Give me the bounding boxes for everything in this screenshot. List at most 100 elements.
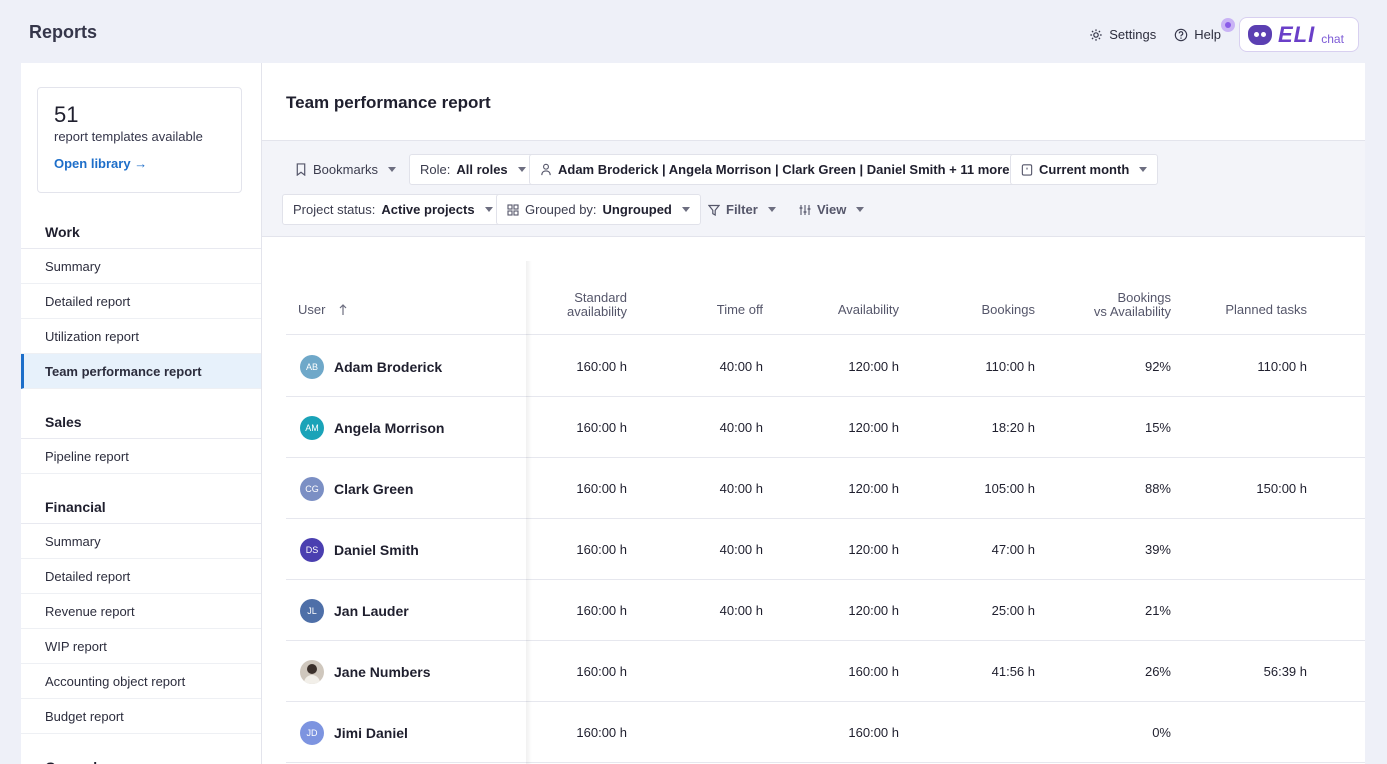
bookmarks-dropdown[interactable]: Bookmarks xyxy=(284,154,407,185)
help-label: Help xyxy=(1194,27,1221,42)
sidebar-item[interactable]: Budget report xyxy=(21,699,261,734)
filter-button[interactable]: Filter xyxy=(697,194,787,225)
cell-time-off: 40:00 h xyxy=(719,359,763,374)
column-header-user[interactable]: User xyxy=(298,303,347,317)
calendar-icon xyxy=(1021,164,1033,176)
sidebar-section-title: Financial xyxy=(21,490,261,524)
role-filter[interactable]: Role: All roles xyxy=(409,154,537,185)
sidebar-section-title: Sales xyxy=(21,405,261,439)
table-row[interactable]: JL Jan Lauder 160:00 h 40:00 h 120:00 h 25:00… xyxy=(286,580,1365,641)
cell-availability: 120:00 h xyxy=(848,359,899,374)
cell-availability: 120:00 h xyxy=(848,481,899,496)
user-name[interactable]: Jan Lauder xyxy=(334,603,409,619)
user-name[interactable]: Jimi Daniel xyxy=(334,725,408,741)
table-row[interactable]: CG Clark Green 160:00 h 40:00 h 120:00 h 105:… xyxy=(286,458,1365,519)
sidebar-item[interactable]: Pipeline report xyxy=(21,439,261,474)
templates-text: report templates available xyxy=(54,129,203,144)
table-row[interactable]: DS Daniel Smith 160:00 h 40:00 h 120:00 h 47:… xyxy=(286,519,1365,580)
status-filter-value: Active projects xyxy=(381,202,475,217)
view-button[interactable]: View xyxy=(788,194,875,225)
help-button[interactable]: Help xyxy=(1174,18,1235,42)
cell-standard-availability: 160:00 h xyxy=(576,542,627,557)
grouping-filter[interactable]: Grouped by: Ungrouped xyxy=(496,194,701,225)
report-table: User Standard availability Time off Avai… xyxy=(286,261,1365,764)
sidebar-item[interactable]: Utilization report xyxy=(21,319,261,354)
table-row[interactable]: JD Jimi Daniel 160:00 h 160:00 h 0% xyxy=(286,702,1365,763)
cell-planned-tasks: 56:39 h xyxy=(1263,664,1307,679)
standard-label-line-1: Standard xyxy=(574,290,627,305)
cell-bookings: 105:00 h xyxy=(984,481,1035,496)
column-header-bookings-vs-availability[interactable]: Bookings vs Availability xyxy=(1094,291,1171,319)
column-header-bookings[interactable]: Bookings xyxy=(982,303,1035,317)
table-row[interactable]: Jane Numbers 160:00 h 160:00 h 41:56 h 26% 56… xyxy=(286,641,1365,702)
user-name[interactable]: Jane Numbers xyxy=(334,664,430,680)
question-circle-icon xyxy=(1174,28,1188,41)
cell-planned-tasks: 110:00 h xyxy=(1257,359,1307,374)
cell-time-off: 40:00 h xyxy=(719,542,763,557)
sliders-icon xyxy=(799,204,811,215)
group-filter-label: Grouped by: xyxy=(525,202,597,217)
bva-label-line-1: Bookings xyxy=(1117,290,1171,305)
avatar: JL xyxy=(300,599,324,623)
chevron-down-icon xyxy=(856,207,865,212)
templates-count: 51 xyxy=(54,102,79,127)
app-title: Reports xyxy=(29,22,98,42)
column-header-time-off[interactable]: Time off xyxy=(717,303,763,317)
cell-standard-availability: 160:00 h xyxy=(576,664,627,679)
sidebar-item[interactable]: Team performance report xyxy=(21,354,261,389)
column-header-availability[interactable]: Availability xyxy=(838,303,899,317)
settings-label: Settings xyxy=(1109,27,1157,42)
column-header-standard-availability[interactable]: Standard availability xyxy=(567,291,627,319)
period-filter-value: Current month xyxy=(1039,162,1130,177)
avatar: DS xyxy=(300,538,324,562)
table-row[interactable]: AB Adam Broderick 160:00 h 40:00 h 120:00 h 1… xyxy=(286,336,1365,397)
avatar: AB xyxy=(300,355,324,379)
chevron-down-icon xyxy=(517,167,526,172)
sidebar-item[interactable]: Summary xyxy=(21,249,261,284)
user-name[interactable]: Angela Morrison xyxy=(334,420,444,436)
sidebar-item[interactable]: Detailed report xyxy=(21,284,261,319)
cell-availability: 120:00 h xyxy=(848,542,899,557)
cell-standard-availability: 160:00 h xyxy=(576,725,627,740)
eli-chat-button[interactable]: ELI chat xyxy=(1239,17,1359,52)
table-row[interactable]: AM Angela Morrison 160:00 h 40:00 h 120:00 h… xyxy=(286,397,1365,458)
standard-label-line-2: availability xyxy=(567,304,627,319)
bva-label-line-2: vs Availability xyxy=(1093,304,1171,319)
avatar: JD xyxy=(300,721,324,745)
cell-bookings-vs-availability: 0% xyxy=(1152,725,1171,740)
users-filter-value: Adam Broderick | Angela Morrison | Clark… xyxy=(558,162,1010,177)
sidebar-item[interactable]: Summary xyxy=(21,524,261,559)
avatar: CG xyxy=(300,477,324,501)
sidebar: 51 report templates available Open libra… xyxy=(21,63,262,764)
settings-button[interactable]: Settings xyxy=(1089,27,1156,42)
period-filter[interactable]: Current month xyxy=(1010,154,1159,185)
eli-chat-label: chat xyxy=(1321,31,1344,46)
users-filter[interactable]: Adam Broderick | Angela Morrison | Clark… xyxy=(529,154,1039,185)
sidebar-item[interactable]: Revenue report xyxy=(21,594,261,629)
column-header-planned-tasks[interactable]: Planned tasks xyxy=(1225,303,1307,317)
sidebar-item[interactable]: Detailed report xyxy=(21,559,261,594)
group-filter-value: Ungrouped xyxy=(602,202,672,217)
open-library-link[interactable]: Open library → xyxy=(54,156,147,171)
chevron-down-icon xyxy=(388,167,397,172)
cell-availability: 160:00 h xyxy=(848,725,899,740)
sidebar-nav: Work Summary Detailed report Utilization re… xyxy=(21,215,261,764)
cell-standard-availability: 160:00 h xyxy=(576,420,627,435)
cell-planned-tasks: 150:00 h xyxy=(1256,481,1307,496)
user-name[interactable]: Adam Broderick xyxy=(334,359,442,375)
sort-ascending-icon xyxy=(340,304,347,315)
cell-standard-availability: 160:00 h xyxy=(576,603,627,618)
user-name[interactable]: Clark Green xyxy=(334,481,413,497)
chevron-down-icon xyxy=(484,207,493,212)
eli-mascot-icon xyxy=(1248,24,1272,45)
cell-bookings-vs-availability: 39% xyxy=(1144,542,1171,557)
sidebar-item[interactable]: Accounting object report xyxy=(21,664,261,699)
user-name[interactable]: Daniel Smith xyxy=(334,542,419,558)
library-card: 51 report templates available Open libra… xyxy=(37,87,242,193)
cell-bookings-vs-availability: 92% xyxy=(1144,359,1171,374)
sidebar-item[interactable]: WIP report xyxy=(21,629,261,664)
project-status-filter[interactable]: Project status: Active projects xyxy=(282,194,504,225)
